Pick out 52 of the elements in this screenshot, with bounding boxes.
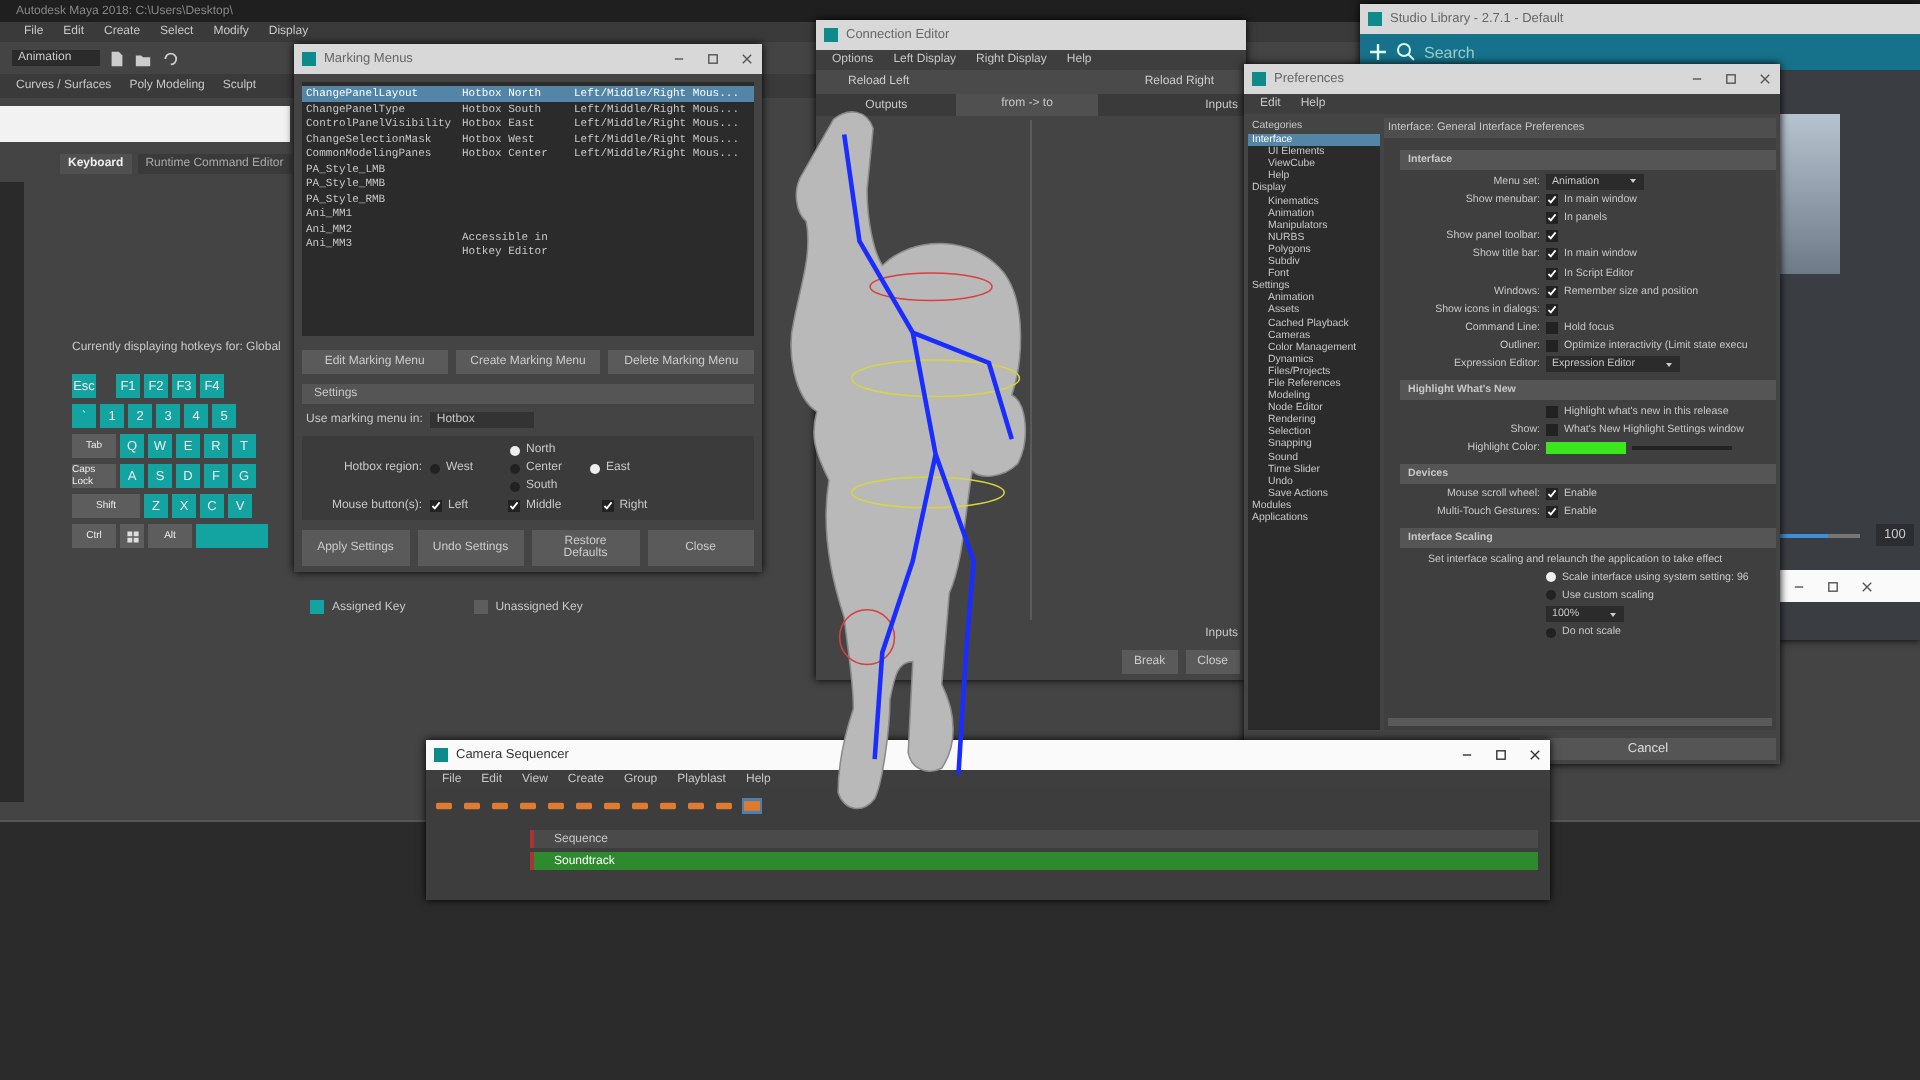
radio-button[interactable] (1546, 627, 1556, 638)
radio-button[interactable] (1546, 590, 1556, 601)
checkbox[interactable] (1546, 322, 1558, 335)
undo-icon[interactable] (159, 49, 178, 67)
app-icon (1252, 72, 1266, 86)
plus-icon[interactable] (1368, 42, 1388, 62)
checkbox[interactable] (1546, 340, 1558, 353)
checkbox[interactable] (1546, 230, 1558, 243)
caret-icon (1607, 609, 1618, 620)
radio-button[interactable] (590, 463, 600, 473)
minimize-icon[interactable] (1690, 72, 1704, 86)
checkbox[interactable] (1546, 267, 1558, 280)
radio-button[interactable] (510, 445, 520, 455)
app-icon (302, 52, 316, 66)
search-field[interactable]: Search (1424, 40, 1584, 64)
checkbox[interactable] (1546, 488, 1558, 501)
caret-icon (1663, 359, 1674, 370)
close-icon[interactable] (740, 52, 754, 66)
windows-logo-icon (125, 529, 139, 543)
radio-button[interactable] (510, 463, 520, 473)
search-icon (1396, 42, 1416, 62)
file-icon[interactable] (107, 49, 126, 67)
close-icon[interactable] (1528, 748, 1542, 762)
checkbox[interactable] (1546, 193, 1558, 206)
checkbox[interactable] (1546, 405, 1558, 418)
color-swatch[interactable] (1546, 442, 1626, 455)
windows-key[interactable] (120, 524, 144, 548)
checkbox[interactable] (1546, 303, 1558, 316)
app-icon (824, 28, 838, 42)
close-icon[interactable] (1758, 72, 1772, 86)
checkbox[interactable] (601, 500, 614, 512)
checkbox[interactable] (430, 500, 442, 512)
close-icon[interactable] (1860, 579, 1874, 593)
maximize-icon[interactable] (706, 52, 720, 66)
maximize-icon[interactable] (1724, 72, 1738, 86)
radio-button[interactable] (1546, 572, 1556, 583)
folder-icon[interactable] (133, 49, 152, 67)
checkbox[interactable] (508, 500, 521, 512)
checkbox[interactable] (1546, 423, 1558, 436)
app-icon (434, 748, 448, 762)
checkbox[interactable] (1546, 506, 1558, 519)
caret-icon (1627, 176, 1638, 187)
maximize-icon[interactable] (1826, 579, 1840, 593)
app-icon (1368, 12, 1382, 26)
minimize-icon[interactable] (1460, 748, 1474, 762)
maximize-icon[interactable] (1494, 748, 1508, 762)
checkbox[interactable] (1546, 248, 1558, 261)
radio-button[interactable] (510, 481, 520, 491)
checkbox[interactable] (1546, 211, 1558, 224)
radio-button[interactable] (430, 463, 440, 473)
minimize-icon[interactable] (672, 52, 686, 66)
checkbox[interactable] (1546, 285, 1558, 298)
